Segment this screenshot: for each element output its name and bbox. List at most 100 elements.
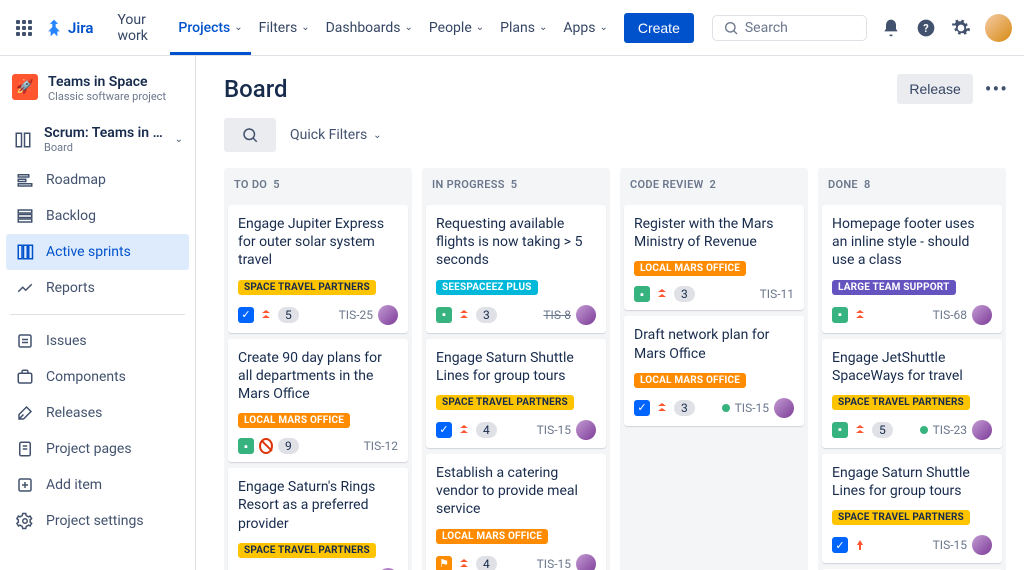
kanban-board: TO DO5Engage Jupiter Express for outer s… (224, 168, 1016, 570)
nav-people[interactable]: People⌄ (421, 1, 492, 55)
board-search-button[interactable] (224, 118, 276, 152)
issue-key: TIS-15 (537, 557, 571, 570)
priority-icon (457, 423, 471, 437)
sidebar-item-backlog[interactable]: Backlog (6, 198, 189, 234)
column-in-progress: IN PROGRESS5Requesting available flights… (422, 168, 610, 570)
release-button[interactable]: Release (897, 74, 972, 104)
priority-icon (853, 538, 867, 552)
estimate-badge: 5 (278, 307, 299, 323)
chevron-down-icon: ⌄ (301, 22, 309, 33)
issue-card[interactable]: Requesting available flights is now taki… (426, 205, 606, 333)
assignee-avatar[interactable] (576, 305, 596, 325)
issue-key: TIS-23 (933, 423, 967, 437)
estimate-badge: 9 (278, 438, 299, 454)
sidebar-item-components[interactable]: Components (6, 359, 189, 395)
main-content: Board Release ••• Quick Filters ⌄ TO DO5… (196, 56, 1024, 570)
chevron-down-icon: ⌄ (599, 22, 607, 33)
project-subtitle: Classic software project (48, 90, 166, 103)
estimate-badge: 5 (872, 422, 893, 438)
card-title: Create 90 day plans for all departments … (238, 349, 398, 404)
assignee-avatar[interactable] (972, 305, 992, 325)
brand-text: Jira (68, 19, 93, 37)
nav-dashboards[interactable]: Dashboards⌄ (318, 1, 421, 55)
card-title: Engage Saturn's Rings Resort as a prefer… (238, 478, 398, 533)
card-tag: SPACE TRAVEL PARTNERS (436, 395, 574, 410)
assignee-avatar[interactable] (972, 535, 992, 555)
issue-card[interactable]: Draft network plan for Mars Office LOCAL … (624, 316, 804, 425)
status-dot (722, 404, 730, 412)
issue-type-icon: ▪ (436, 307, 452, 323)
user-avatar[interactable] (985, 14, 1012, 42)
sidebar-item-issues[interactable]: Issues (6, 323, 189, 359)
assignee-avatar[interactable] (774, 398, 794, 418)
issue-card[interactable]: Establish a catering vendor to provide m… (426, 454, 606, 570)
assignee-avatar[interactable] (576, 420, 596, 440)
priority-icon (259, 439, 273, 453)
issue-key: TIS-15 (933, 538, 967, 552)
priority-icon (655, 287, 669, 301)
search-input[interactable]: Search (712, 15, 867, 41)
priority-icon (655, 401, 669, 415)
card-tag: SEESPACEEZ PLUS (436, 280, 538, 295)
nav-projects[interactable]: Projects⌄ (170, 1, 250, 55)
card-tag: SPACE TRAVEL PARTNERS (238, 543, 376, 558)
issue-key: TIS-12 (364, 439, 398, 453)
board-switcher[interactable]: Scrum: Teams in S... Board ⌄ (6, 117, 189, 162)
issue-card[interactable]: Engage Saturn Shuttle Lines for group to… (822, 454, 1002, 563)
issue-card[interactable]: Create 90 day plans for all departments … (228, 339, 408, 463)
priority-icon (457, 308, 471, 322)
sidebar-item-active-sprints[interactable]: Active sprints (6, 234, 189, 270)
nav-plans[interactable]: Plans⌄ (492, 1, 555, 55)
card-title: Requesting available flights is now taki… (436, 215, 596, 270)
column-to-do: TO DO5Engage Jupiter Express for outer s… (224, 168, 412, 570)
assignee-avatar[interactable] (378, 305, 398, 325)
issue-key: TIS-8 (543, 308, 571, 322)
nav-filters[interactable]: Filters⌄ (251, 1, 318, 55)
priority-icon (259, 308, 273, 322)
priority-icon (457, 557, 471, 570)
sidebar-item-releases[interactable]: Releases (6, 395, 189, 431)
nav-your-work[interactable]: Your work (109, 1, 170, 55)
more-actions-icon[interactable]: ••• (985, 77, 1008, 101)
sidebar-item-add-item[interactable]: Add item (6, 467, 189, 503)
estimate-badge: 3 (674, 400, 695, 416)
roadmap-icon (14, 169, 36, 191)
project-switcher[interactable]: 🚀 Teams in Space Classic software projec… (6, 74, 189, 117)
issue-card[interactable]: Homepage footer uses an inline style - s… (822, 205, 1002, 333)
create-button[interactable]: Create (624, 13, 694, 43)
help-icon[interactable]: ? (915, 16, 938, 40)
sidebar-item-project-pages[interactable]: Project pages (6, 431, 189, 467)
settings-icon[interactable] (950, 16, 973, 40)
card-title: Draft network plan for Mars Office (634, 326, 794, 362)
jira-logo[interactable]: Jira (44, 18, 93, 38)
notifications-icon[interactable] (879, 16, 902, 40)
issue-key: TIS-15 (735, 401, 769, 415)
issue-key: TIS-15 (537, 423, 571, 437)
issue-card[interactable]: Engage JetShuttle SpaceWays for travelSP… (822, 339, 1002, 448)
issue-type-icon: ▪ (832, 307, 848, 323)
issue-key: TIS-68 (933, 308, 967, 322)
card-tag: SPACE TRAVEL PARTNERS (238, 280, 376, 295)
sidebar-item-reports[interactable]: Reports (6, 270, 189, 306)
sidebar-item-roadmap[interactable]: Roadmap (6, 162, 189, 198)
estimate-badge: 4 (476, 556, 497, 570)
assignee-avatar[interactable] (576, 554, 596, 570)
search-placeholder: Search (745, 20, 788, 36)
quick-filters-dropdown[interactable]: Quick Filters ⌄ (290, 127, 382, 143)
add-icon (14, 474, 36, 496)
issue-card[interactable]: Engage Saturn's Rings Resort as a prefer… (228, 468, 408, 570)
assignee-avatar[interactable] (972, 420, 992, 440)
issue-card[interactable]: Engage Saturn Shuttle Lines for group to… (426, 339, 606, 448)
issue-card[interactable]: Register with the Mars Ministry of Reven… (624, 205, 804, 310)
card-title: Homepage footer uses an inline style - s… (832, 215, 992, 270)
app-switcher-icon[interactable] (12, 16, 36, 40)
issue-card[interactable]: Engage Jupiter Express for outer solar s… (228, 205, 408, 333)
status-dot (920, 426, 928, 434)
pages-icon (14, 438, 36, 460)
backlog-icon (14, 205, 36, 227)
sidebar-item-project-settings[interactable]: Project settings (6, 503, 189, 539)
nav-apps[interactable]: Apps⌄ (555, 1, 615, 55)
card-tag: SPACE TRAVEL PARTNERS (832, 395, 970, 410)
priority-icon (853, 423, 867, 437)
card-tag: LOCAL MARS OFFICE (634, 373, 746, 388)
